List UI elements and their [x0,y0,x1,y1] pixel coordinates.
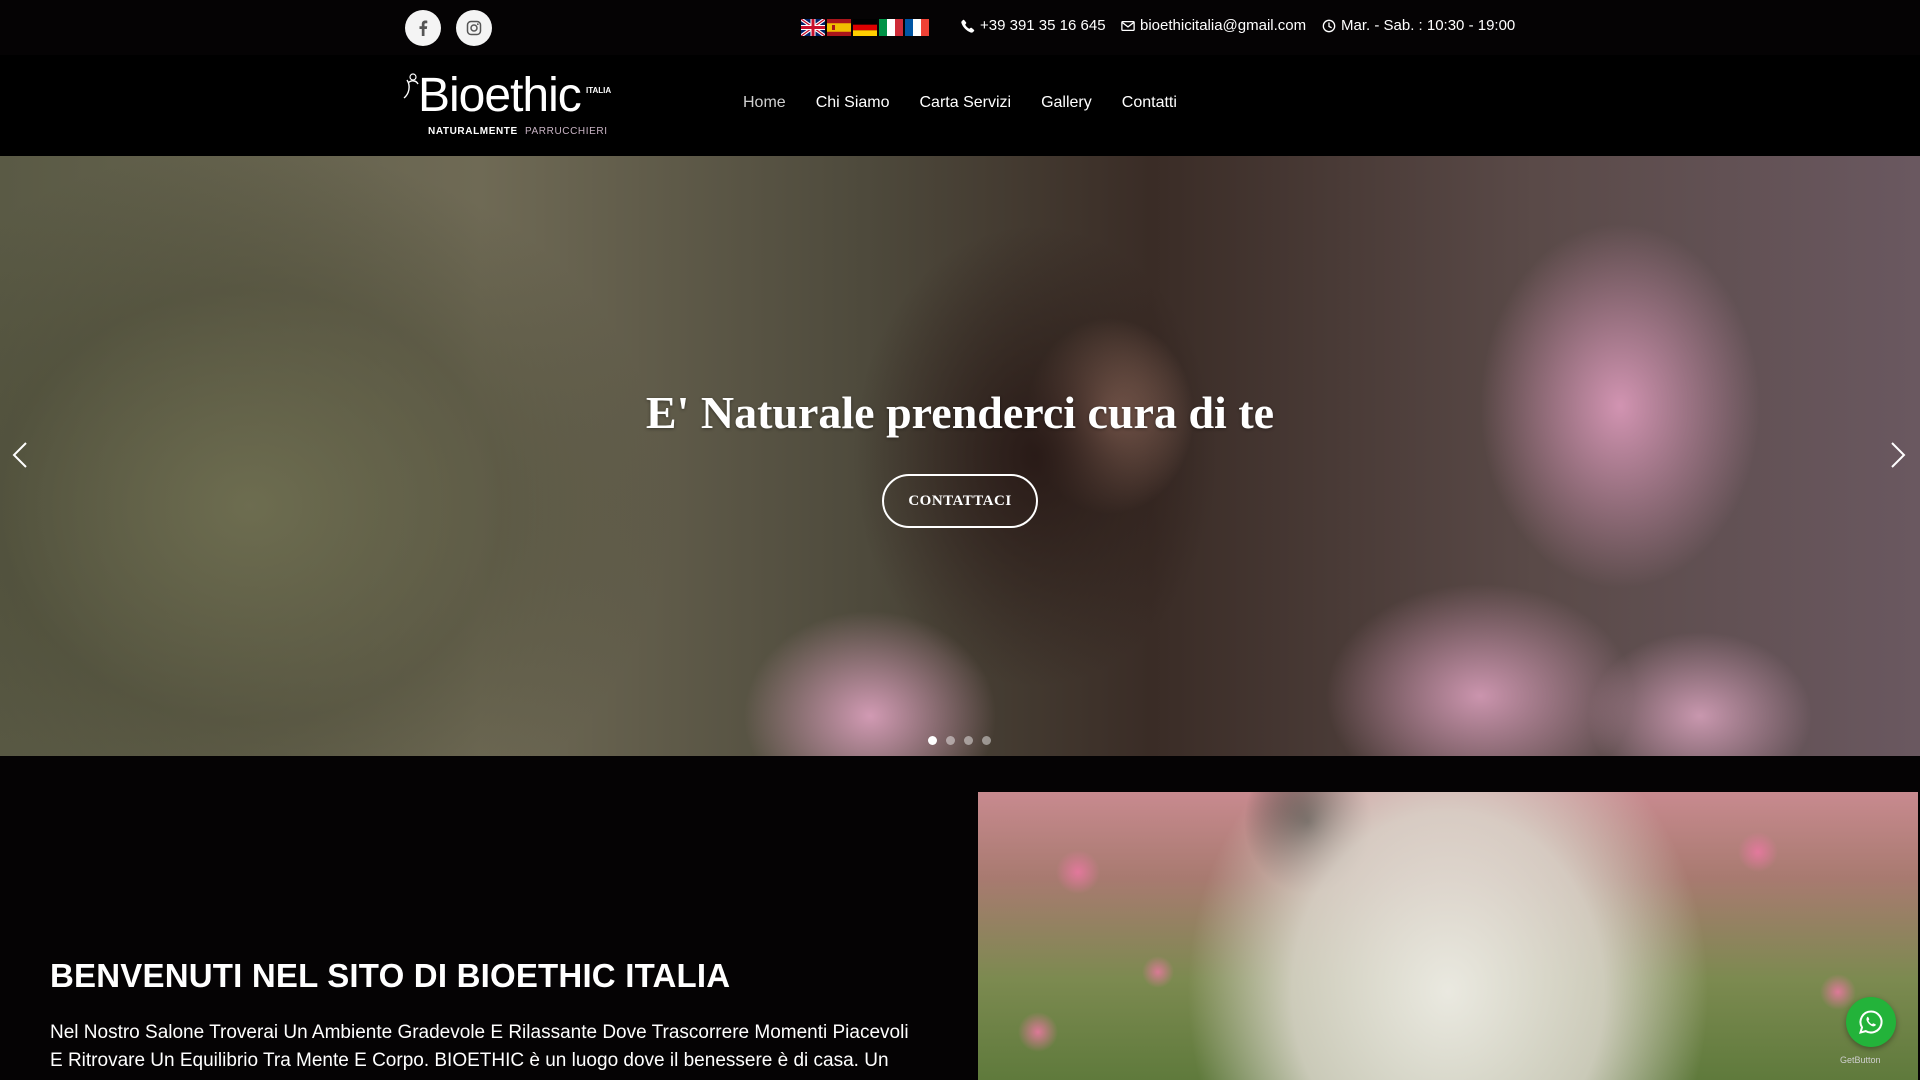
flag-italy-icon[interactable] [879,19,903,36]
slider-dot-3[interactable] [964,736,973,745]
slider-dot-2[interactable] [946,736,955,745]
phone-number: +39 391 35 16 645 [980,17,1106,34]
svg-text:NATURALMENTE: NATURALMENTE [428,126,518,137]
flag-germany-icon[interactable] [853,19,877,36]
envelope-icon [1121,20,1135,31]
nav-item-home[interactable]: Home [743,94,786,112]
flag-france-icon[interactable] [905,19,929,36]
svg-text:Bioethic: Bioethic [418,69,581,122]
welcome-text: Nel Nostro Salone Troverai Un Ambiente G… [50,1022,909,1071]
whatsapp-icon [1859,1010,1883,1034]
slider-next-button[interactable] [1886,439,1910,471]
site-header: Bioethic ITALIA NATURALMENTE PARRUCCHIER… [0,55,1920,156]
opening-hours: Mar. - Sab. : 10:30 - 19:00 [1322,17,1515,34]
phone-icon [961,19,975,33]
svg-text:PARRUCCHIERI: PARRUCCHIERI [525,126,608,137]
top-bar: +39 391 35 16 645 bioethicitalia@gmail.c… [0,0,1920,55]
flag-spain-icon[interactable] [827,19,851,36]
site-logo[interactable]: Bioethic ITALIA NATURALMENTE PARRUCCHIER… [390,55,616,156]
facebook-icon [419,20,428,36]
welcome-section: BENVENUTI NEL SITO DI BIOETHIC ITALIA Ne… [0,756,1920,1080]
chevron-left-icon [12,442,27,468]
hours-text: Mar. - Sab. : 10:30 - 19:00 [1341,17,1516,34]
chevron-right-icon [1891,442,1906,468]
contattaci-button[interactable]: CONTATTACI [882,474,1038,528]
slider-prev-button[interactable] [8,439,32,471]
slider-dot-1[interactable] [928,736,937,745]
main-nav: Home Chi Siamo Carta Servizi Gallery Con… [743,94,1207,112]
nav-item-contatti[interactable]: Contatti [1122,94,1177,112]
facebook-button[interactable] [405,10,441,46]
bioethic-logo: Bioethic ITALIA NATURALMENTE PARRUCCHIER… [390,55,616,156]
instagram-icon [466,20,482,36]
nav-item-carta-servizi[interactable]: Carta Servizi [920,94,1012,112]
svg-text:ITALIA: ITALIA [586,86,611,95]
slider-dot-4[interactable] [982,736,991,745]
welcome-image [978,792,1918,1080]
flag-uk-icon[interactable] [801,19,825,36]
phone-contact[interactable]: +39 391 35 16 645 [961,17,1106,34]
hero-slider: E' Naturale prenderci cura di te CONTATT… [0,156,1920,756]
slider-dots [928,736,991,745]
email-contact[interactable]: bioethicitalia@gmail.com [1121,17,1306,34]
clock-icon [1322,19,1336,32]
language-flags [801,19,929,36]
whatsapp-button[interactable] [1846,997,1896,1047]
welcome-title: BENVENUTI NEL SITO DI BIOETHIC ITALIA [50,957,731,994]
getbutton-credit[interactable]: GetButton [1840,1055,1881,1065]
hero-title: E' Naturale prenderci cura di te [645,387,1275,438]
email-address: bioethicitalia@gmail.com [1140,17,1307,34]
nav-item-chi-siamo[interactable]: Chi Siamo [816,94,890,112]
instagram-button[interactable] [456,10,492,46]
nav-item-gallery[interactable]: Gallery [1041,94,1092,112]
